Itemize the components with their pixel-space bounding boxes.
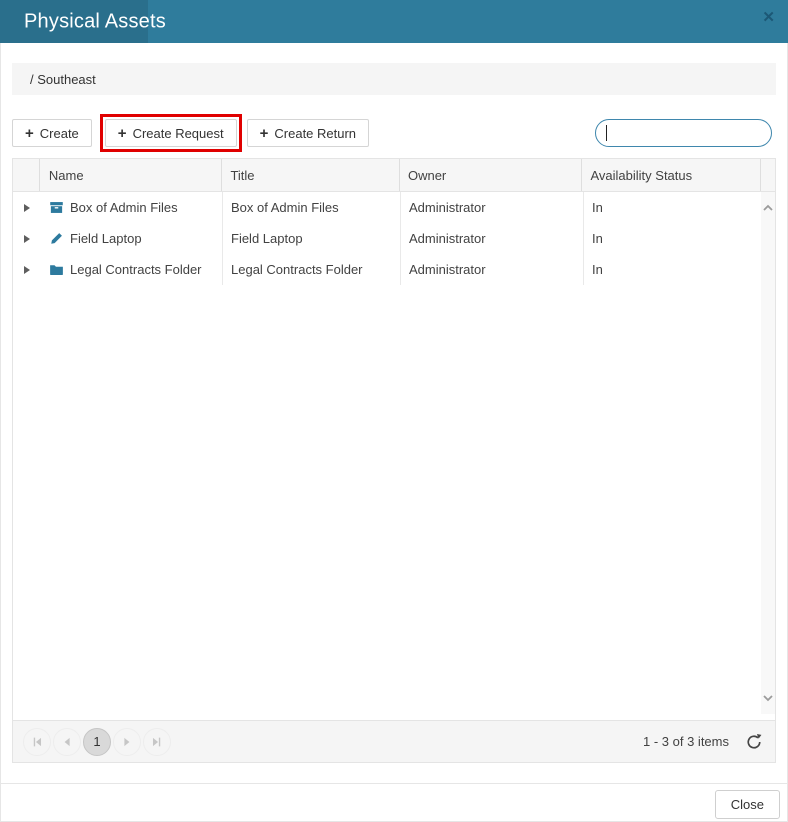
column-header-owner[interactable]: Owner (400, 159, 583, 191)
search-wrap (595, 119, 772, 147)
owner-cell[interactable]: Administrator (401, 254, 584, 285)
breadcrumb: / Southeast (12, 63, 776, 95)
asset-name: Field Laptop (70, 231, 142, 246)
dialog-titlebar: Physical Assets ✕ (0, 0, 788, 43)
title-cell[interactable]: Box of Admin Files (223, 192, 401, 223)
header-scrollbar-spacer (761, 159, 775, 191)
create-button[interactable]: + Create (12, 119, 92, 147)
dialog-footer: Close (0, 783, 788, 819)
pager-first-button[interactable] (23, 728, 51, 756)
expand-column-header (13, 159, 40, 191)
expand-cell (13, 192, 40, 223)
archive-box-icon (49, 200, 64, 215)
asset-owner: Administrator (409, 262, 486, 277)
name-cell[interactable]: Box of Admin Files (40, 192, 223, 223)
name-cell[interactable]: Field Laptop (40, 223, 223, 254)
assets-grid: Name Title Owner Availability Status Box… (12, 158, 776, 763)
scroll-up-icon[interactable] (761, 200, 775, 216)
asset-title: Legal Contracts Folder (231, 262, 363, 277)
column-header-name[interactable]: Name (40, 159, 223, 191)
create-request-button[interactable]: + Create Request (105, 119, 237, 147)
create-request-button-label: Create Request (133, 126, 224, 141)
column-header-availability-status[interactable]: Availability Status (582, 159, 761, 191)
pager-info: 1 - 3 of 3 items (643, 734, 729, 749)
availability-status: In (592, 200, 603, 215)
status-cell[interactable]: In (584, 254, 763, 285)
table-row[interactable]: Field Laptop Field Laptop Administrator … (13, 223, 775, 254)
availability-status: In (592, 262, 603, 277)
pager-last-button[interactable] (143, 728, 171, 756)
vertical-scrollbar[interactable] (761, 192, 775, 714)
table-row[interactable]: Legal Contracts Folder Legal Contracts F… (13, 254, 775, 285)
asset-owner: Administrator (409, 231, 486, 246)
expand-row-icon[interactable] (24, 235, 30, 243)
close-button[interactable]: Close (715, 790, 780, 819)
scroll-down-icon[interactable] (761, 690, 775, 706)
asset-owner: Administrator (409, 200, 486, 215)
toolbar: + Create + Create Request + Create Retur… (12, 113, 776, 153)
search-input[interactable] (595, 119, 772, 147)
pager-next-button[interactable] (113, 728, 141, 756)
title-cell[interactable]: Field Laptop (223, 223, 401, 254)
red-highlight-box: + Create Request (100, 114, 242, 152)
status-cell[interactable]: In (584, 192, 763, 223)
name-cell[interactable]: Legal Contracts Folder (40, 254, 223, 285)
page-title: Physical Assets (24, 10, 166, 33)
create-return-button-label: Create Return (274, 126, 356, 141)
pager-previous-button[interactable] (53, 728, 81, 756)
physical-assets-dialog: Physical Assets ✕ / Southeast + Create +… (0, 0, 788, 822)
asset-name: Box of Admin Files (70, 200, 178, 215)
status-cell[interactable]: In (584, 223, 763, 254)
table-row[interactable]: Box of Admin Files Box of Admin Files Ad… (13, 192, 775, 223)
text-caret (606, 125, 607, 141)
grid-body-rows: Box of Admin Files Box of Admin Files Ad… (13, 192, 775, 285)
owner-cell[interactable]: Administrator (401, 223, 584, 254)
plus-icon: + (118, 126, 127, 141)
expand-row-icon[interactable] (24, 204, 30, 212)
expand-row-icon[interactable] (24, 266, 30, 274)
expand-cell (13, 223, 40, 254)
folder-icon (49, 262, 64, 277)
grid-header: Name Title Owner Availability Status (13, 159, 775, 192)
owner-cell[interactable]: Administrator (401, 192, 584, 223)
pager: 1 1 - 3 of 3 items (13, 720, 775, 762)
title-cell[interactable]: Legal Contracts Folder (223, 254, 401, 285)
column-header-title[interactable]: Title (222, 159, 400, 191)
asset-title: Box of Admin Files (231, 200, 339, 215)
refresh-icon[interactable] (745, 733, 763, 751)
plus-icon: + (25, 126, 34, 141)
plus-icon: + (260, 126, 269, 141)
asset-title: Field Laptop (231, 231, 303, 246)
create-return-button[interactable]: + Create Return (247, 119, 369, 147)
grid-body: Box of Admin Files Box of Admin Files Ad… (13, 192, 775, 720)
pager-page-1-button[interactable]: 1 (83, 728, 111, 756)
asset-name: Legal Contracts Folder (70, 262, 202, 277)
availability-status: In (592, 231, 603, 246)
create-button-label: Create (40, 126, 79, 141)
expand-cell (13, 254, 40, 285)
close-icon[interactable]: ✕ (762, 10, 775, 25)
pencil-icon (49, 231, 64, 246)
breadcrumb-path[interactable]: / Southeast (30, 72, 96, 87)
